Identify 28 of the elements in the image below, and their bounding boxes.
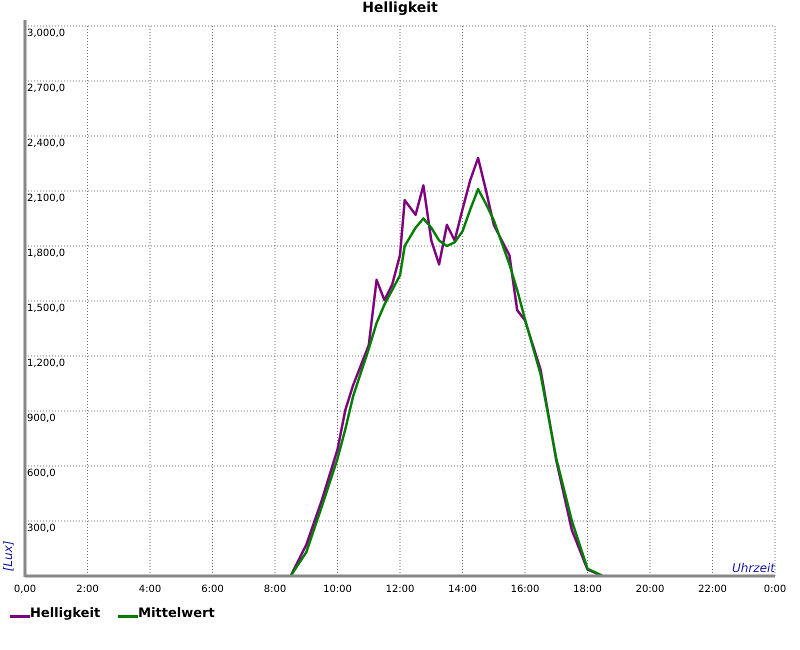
y-axis-label: [Lux] (1, 540, 15, 572)
x-tick-label: 12:00 (386, 584, 414, 595)
y-tick-label: 900,0 (27, 413, 56, 424)
legend-label: Helligkeit (30, 606, 100, 621)
y-tick-label: 2,100,0 (27, 193, 66, 204)
x-tick-label: 14:00 (448, 584, 477, 595)
x-tick-label: 10:00 (323, 584, 352, 595)
y-tick-label: 1,800,0 (27, 248, 66, 259)
y-tick-label: 600,0 (27, 468, 56, 479)
x-tick-label: 22:00 (698, 584, 727, 595)
y-tick-label: 1,200,0 (27, 358, 66, 369)
x-tick-label: 6:00 (201, 584, 224, 595)
x-tick-label: 0:00 (764, 584, 786, 595)
x-tick-label: 8:00 (264, 584, 286, 595)
y-tick-label: 2,700,0 (27, 83, 66, 94)
x-axis-label: Uhrzeit (732, 561, 775, 575)
x-tick-label: 4:00 (138, 584, 162, 595)
x-tick-label: 16:00 (510, 584, 540, 595)
x-tick-label: 18:00 (573, 584, 602, 595)
x-tick-label: 2:00 (76, 584, 99, 595)
y-tick-label: 2,400,0 (27, 138, 66, 149)
y-tick-label: 300,0 (27, 523, 56, 534)
y-tick-label: 3,000,0 (27, 28, 66, 39)
x-tick-label: 20:00 (636, 584, 664, 595)
y-tick-label: 1,500,0 (27, 303, 66, 314)
legend-label: Mittelwert (138, 606, 215, 621)
chart-title: Helligkeit (361, 0, 439, 18)
x-tick-label: 0,00 (14, 584, 36, 595)
